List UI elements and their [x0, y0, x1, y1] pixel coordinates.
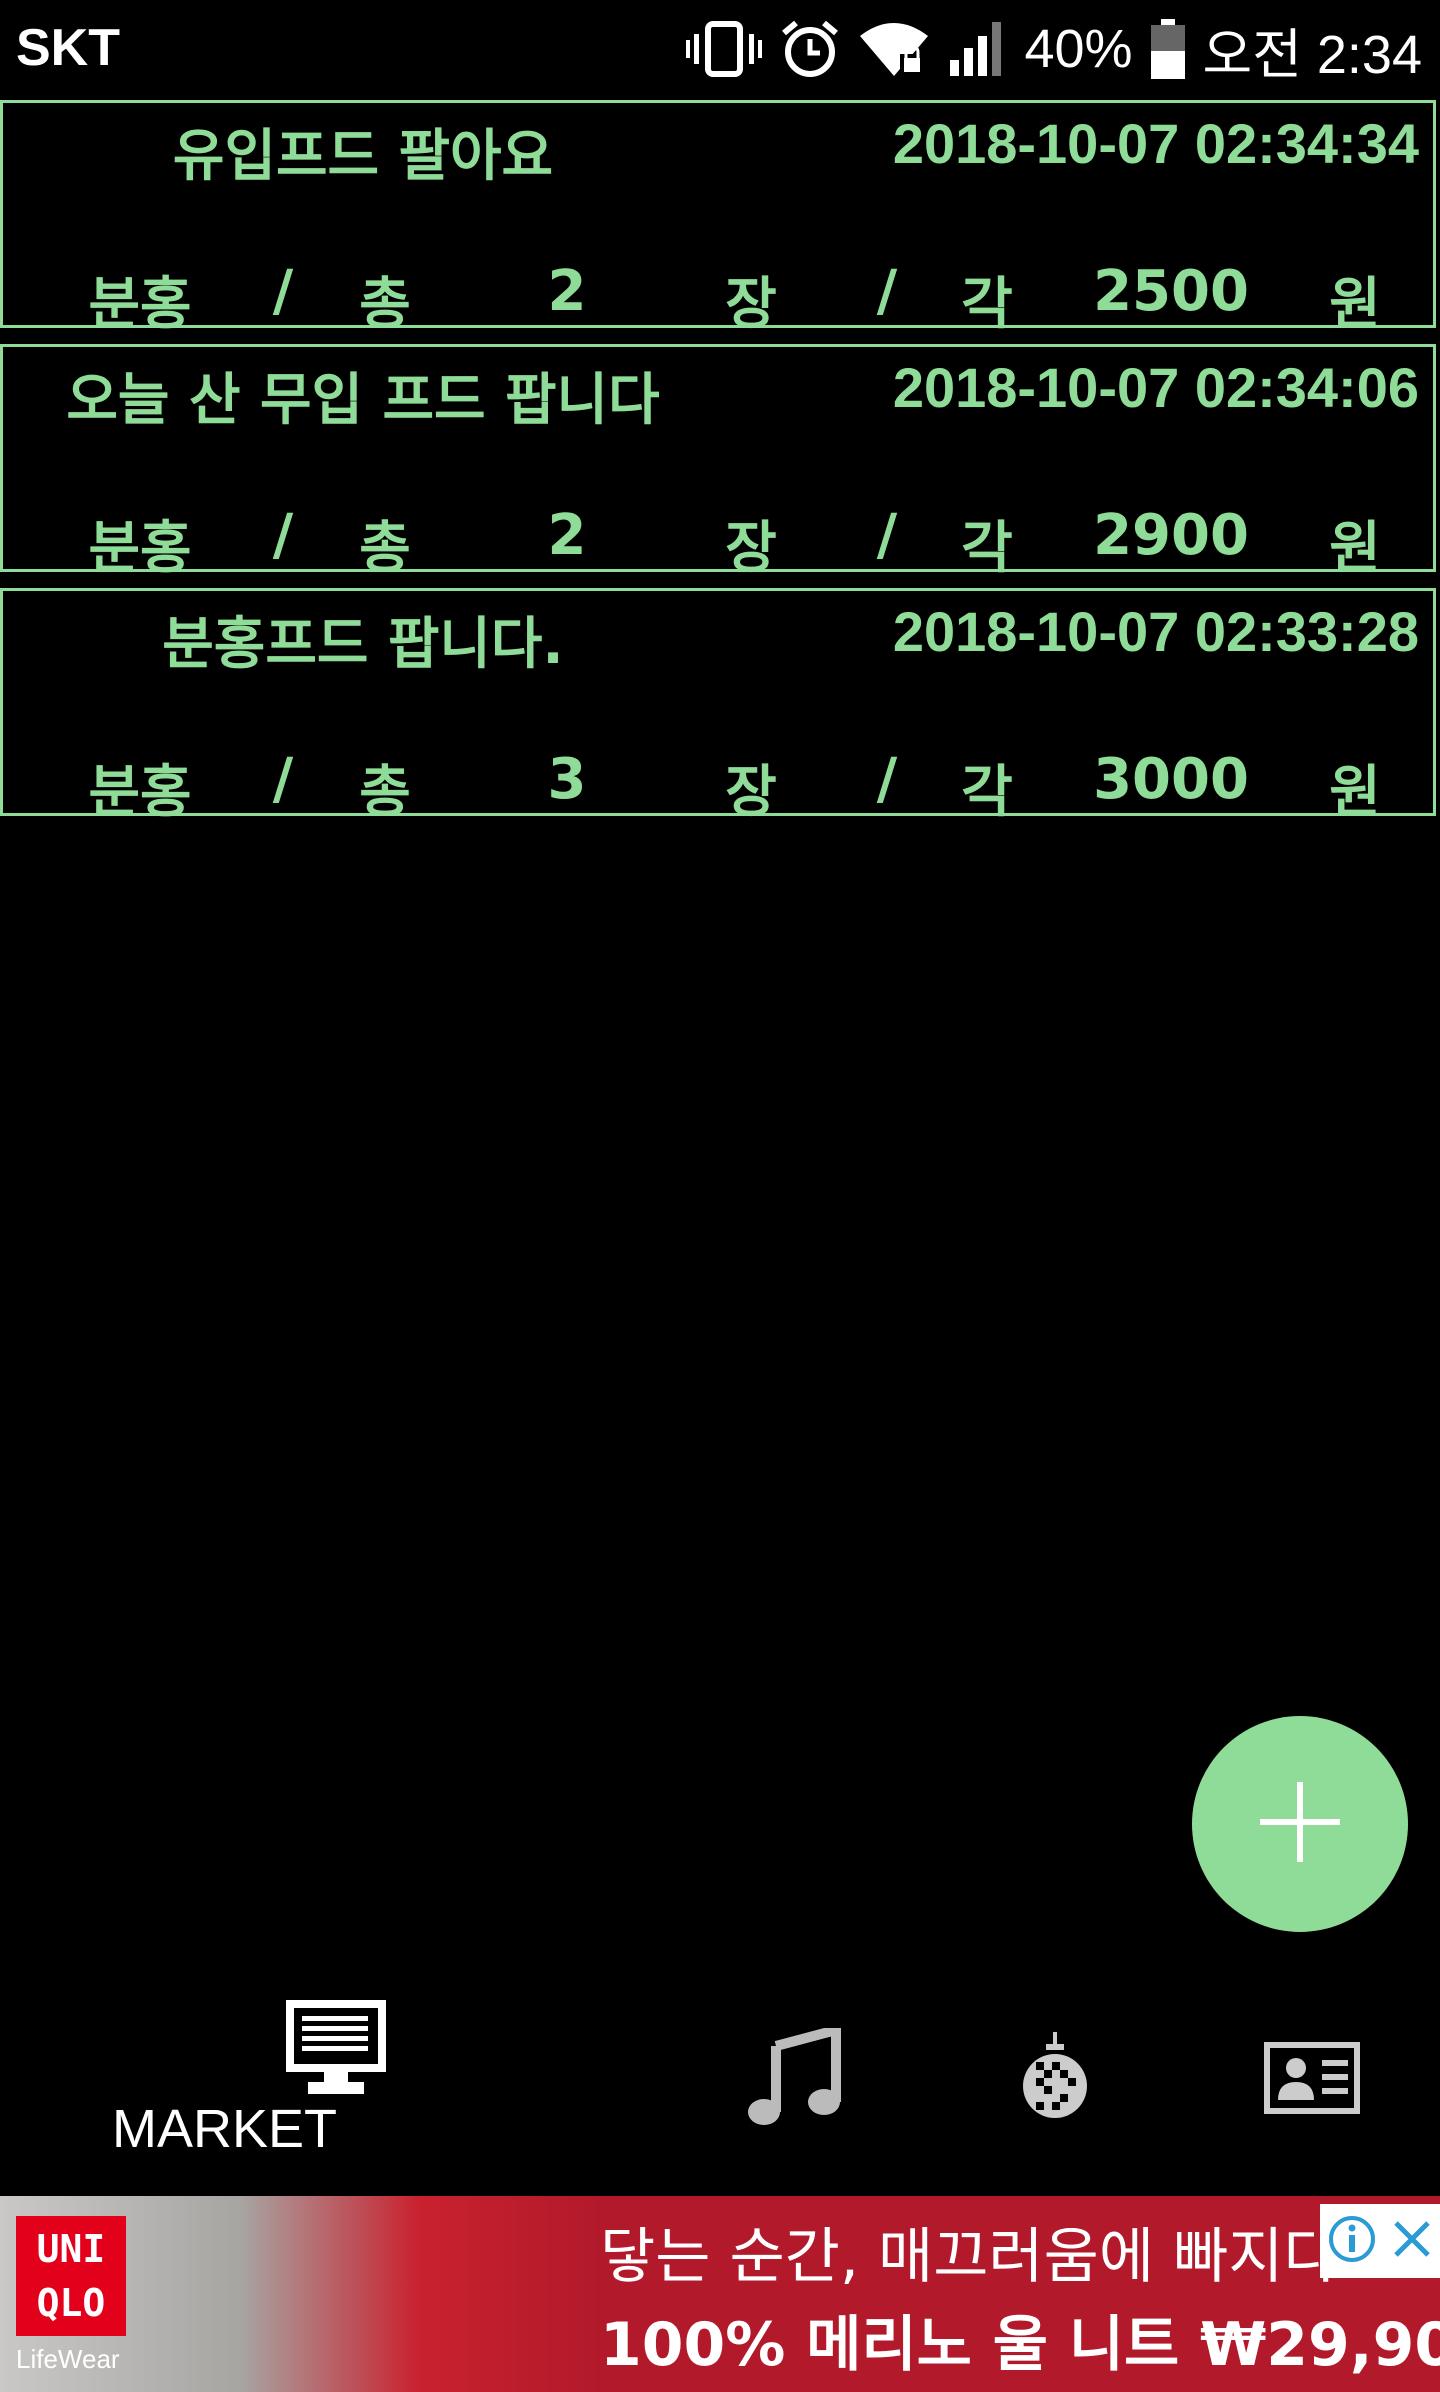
nav-music[interactable]: [748, 2023, 844, 2132]
detail-color: 분홍: [88, 760, 192, 825]
nav-events[interactable]: [1018, 2032, 1092, 2128]
detail-separator: /: [876, 259, 898, 324]
nav-market-label[interactable]: MARKET: [112, 2098, 337, 2160]
id-card-icon: [1264, 2042, 1360, 2118]
detail-total-label: 총: [359, 272, 411, 337]
nav-market[interactable]: [284, 1998, 388, 2100]
detail-color: 분홍: [88, 516, 192, 581]
detail-unit: 장: [725, 760, 777, 825]
detail-currency: 원: [1329, 760, 1381, 825]
clock-text: 오전 2:34: [1202, 24, 1422, 85]
detail-price: 2500: [1093, 259, 1249, 324]
status-bar: SKT 40% 오전 2:34: [0, 0, 1440, 100]
listing-title: 유입프드 팔아요: [172, 124, 554, 189]
add-listing-button[interactable]: [1192, 1716, 1408, 1932]
nav-profile[interactable]: [1264, 2042, 1360, 2118]
disco-ball-icon: [1018, 2032, 1092, 2128]
ad-subline: 100% 메리노 울 니트 ₩29,900~: [600, 2310, 1440, 2380]
detail-currency: 원: [1329, 272, 1381, 337]
detail-each-label: 각: [961, 760, 1013, 825]
ad-info-icon[interactable]: [1327, 2214, 1377, 2268]
detail-count: 2: [547, 259, 587, 324]
detail-unit: 장: [725, 272, 777, 337]
battery-icon: [1150, 19, 1185, 79]
ad-close-icon[interactable]: [1390, 2217, 1434, 2265]
detail-total-label: 총: [359, 516, 411, 581]
ad-headline: 닿는 순간, 매끄러움에 빠지다: [600, 2222, 1339, 2292]
detail-each-label: 각: [961, 272, 1013, 337]
battery-text: 40%: [1024, 19, 1133, 79]
alarm-icon: [780, 19, 840, 79]
listing-title: 오늘 산 무입 프드 팝니다: [66, 368, 660, 433]
detail-separator: /: [272, 747, 294, 812]
listing-date: 2018-10-07 02:33:28: [892, 600, 1419, 663]
listing-date: 2018-10-07 02:34:06: [892, 356, 1419, 419]
signal-icon: [948, 20, 1006, 78]
detail-separator: /: [876, 503, 898, 568]
detail-separator: /: [272, 259, 294, 324]
listing-date: 2018-10-07 02:34:34: [892, 112, 1419, 175]
detail-count: 3: [547, 747, 587, 812]
uniqlo-logo: UNI QLO: [16, 2216, 126, 2336]
ad-choices: [1320, 2204, 1440, 2278]
detail-total-label: 총: [359, 760, 411, 825]
listing-row[interactable]: 분홍프드 팝니다. 2018-10-07 02:33:28 분홍 / 총 3 장 / 각 3000…: [0, 588, 1436, 825]
detail-count: 2: [547, 503, 587, 568]
listing-row[interactable]: 유입프드 팔아요 2018-10-07 02:34:34 분홍 / 총 2 장 / 각 2500 원: [0, 100, 1436, 337]
vibrate-icon: [686, 20, 763, 78]
plus-icon: [1254, 1776, 1346, 1872]
music-note-icon: [748, 2023, 844, 2132]
carrier-label: SKT: [16, 19, 120, 77]
ad-banner[interactable]: UNI QLO LifeWear 닿는 순간, 매끄러움에 빠지다 100% 메리…: [0, 2196, 1440, 2392]
detail-color: 분홍: [88, 272, 192, 337]
detail-separator: /: [272, 503, 294, 568]
detail-each-label: 각: [961, 516, 1013, 581]
listing-title: 분홍프드 팝니다.: [162, 612, 564, 677]
ad-brand-sub: LifeWear: [16, 2344, 120, 2374]
detail-separator: /: [876, 747, 898, 812]
detail-price: 3000: [1093, 747, 1249, 812]
status-icons: 40% 오전 2:34: [686, 14, 1422, 85]
wifi-locked-icon: [858, 20, 930, 78]
detail-unit: 장: [725, 516, 777, 581]
detail-price: 2900: [1093, 503, 1249, 568]
detail-currency: 원: [1329, 516, 1381, 581]
listing-row[interactable]: 오늘 산 무입 프드 팝니다 2018-10-07 02:34:06 분홍 / 총 2 장 /…: [0, 344, 1436, 581]
